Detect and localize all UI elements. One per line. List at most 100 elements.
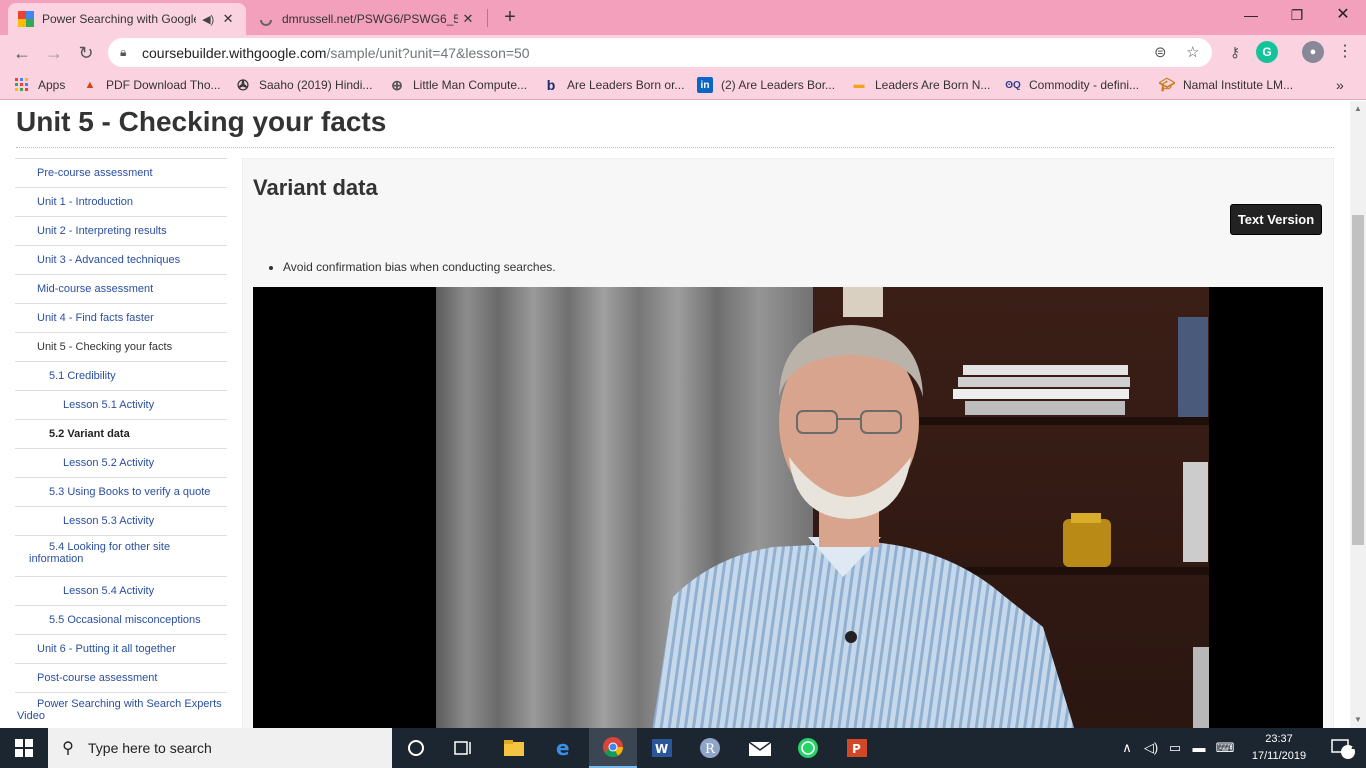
pdf-icon: ▲ [84, 79, 96, 91]
video-player[interactable] [253, 287, 1323, 728]
close-window-button[interactable]: ✕ [1320, 0, 1366, 30]
tab-power-searching[interactable]: Power Searching with Google ◀) ✕ [8, 3, 246, 35]
windows-logo-icon [15, 739, 33, 757]
bing-icon: b [546, 77, 556, 93]
nav-lesson-5-1[interactable]: 5.1 Credibility [15, 361, 227, 390]
close-tab-icon[interactable]: ✕ [220, 11, 236, 27]
bookmark-leaders-born[interactable]: ▬ Leaders Are Born N... [851, 76, 991, 94]
nav-activity-5-1[interactable]: Lesson 5.1 Activity [15, 390, 227, 419]
browser-toolbar: ← → ↻ 🔒︎ coursebuilder.withgoogle.com/sa… [0, 35, 1366, 70]
bookmark-apps[interactable]: Apps [14, 76, 65, 94]
restore-button[interactable]: ❐ [1274, 0, 1320, 30]
new-tab-button[interactable]: + [498, 5, 522, 29]
battery-icon[interactable]: ▬ [1188, 728, 1210, 768]
speaker-icon[interactable]: ◀) [202, 13, 214, 26]
bookmarks-overflow-button[interactable]: » [1336, 76, 1344, 94]
taskbar-clock[interactable]: 23:37 17/11/2019 [1240, 731, 1318, 765]
nav-activity-5-2[interactable]: Lesson 5.2 Activity [15, 448, 227, 477]
lesson-content: Variant data Text Version Avoid confirma… [242, 158, 1334, 728]
page-scrollbar[interactable]: ▲ ▼ [1350, 101, 1366, 728]
bookmark-label: Saaho (2019) Hindi... [259, 78, 373, 92]
bookmark-namal[interactable]: 🎓︎ Namal Institute LM... [1159, 76, 1293, 94]
network-icon[interactable]: ▭ [1164, 728, 1186, 768]
nav-unit-2[interactable]: Unit 2 - Interpreting results [15, 216, 227, 245]
grammarly-icon[interactable]: G [1256, 41, 1278, 63]
loading-spinner-icon [260, 19, 272, 26]
reload-button[interactable]: ↻ [72, 39, 100, 67]
nav-unit-1[interactable]: Unit 1 - Introduction [15, 187, 227, 216]
nav-activity-5-4[interactable]: Lesson 5.4 Activity [15, 576, 227, 605]
course-page: Unit 5 - Checking your facts Pre-course … [0, 101, 1350, 728]
svg-text:e: e [556, 737, 570, 759]
forward-button[interactable]: → [40, 39, 68, 67]
address-bar[interactable]: 🔒︎ coursebuilder.withgoogle.com/sample/u… [108, 38, 1212, 67]
minimize-button[interactable]: — [1228, 0, 1274, 30]
bookmark-pdf-download[interactable]: ▲ PDF Download Tho... [82, 76, 221, 94]
taskbar-search[interactable]: ⚲ Type here to search [48, 728, 392, 768]
nav-mid-course-assessment[interactable]: Mid-course assessment [15, 274, 227, 303]
keyboard-icon[interactable]: ⌨ [1212, 728, 1238, 768]
apps-grid-icon [15, 78, 28, 91]
nav-unit-4[interactable]: Unit 4 - Find facts faster [15, 303, 227, 332]
nav-activity-5-3[interactable]: Lesson 5.3 Activity [15, 506, 227, 535]
close-tab-icon[interactable]: ✕ [460, 11, 476, 27]
nav-lesson-5-2-current[interactable]: 5.2 Variant data [15, 419, 227, 448]
bookmark-label: Apps [38, 78, 66, 92]
bookmark-commodity[interactable]: ʘQ Commodity - defini... [1005, 76, 1139, 94]
tab-dmrussell[interactable]: dmrussell.net/PSWG6/PSWG6_5. ✕ [248, 3, 486, 35]
nav-unit-5-current[interactable]: Unit 5 - Checking your facts [15, 332, 227, 361]
nav-unit-3[interactable]: Unit 3 - Advanced techniques [15, 245, 227, 274]
action-center-button[interactable]: 2 [1320, 728, 1366, 768]
file-explorer-icon[interactable] [490, 728, 538, 768]
svg-text:W: W [655, 742, 668, 756]
profile-avatar-icon[interactable]: ● [1302, 41, 1324, 63]
word-icon[interactable]: W [638, 728, 686, 768]
nav-pre-course-assessment[interactable]: Pre-course assessment [15, 158, 227, 187]
bookmark-are-leaders-linkedin[interactable]: in (2) Are Leaders Bor... [697, 76, 835, 94]
powerpoint-icon[interactable]: P [833, 728, 881, 768]
bookmark-saaho[interactable]: ✇ Saaho (2019) Hindi... [235, 76, 372, 94]
page-title: Unit 5 - Checking your facts [16, 106, 387, 137]
whatsapp-icon[interactable] [784, 728, 832, 768]
bookmark-little-man[interactable]: ⊕ Little Man Compute... [389, 76, 527, 94]
video-frame [253, 287, 1323, 728]
mail-icon[interactable] [736, 728, 784, 768]
translate-icon[interactable]: ⊜ [1154, 38, 1167, 67]
extension-key-icon[interactable]: ⚷ [1224, 41, 1246, 63]
bookmark-star-icon[interactable]: ☆ [1186, 38, 1199, 67]
chrome-menu-icon[interactable]: ⋮ [1334, 41, 1356, 63]
scroll-up-arrow-icon[interactable]: ▲ [1350, 101, 1366, 117]
nav-unit-6[interactable]: Unit 6 - Putting it all together [15, 634, 227, 663]
search-placeholder: Type here to search [88, 740, 212, 756]
volume-icon[interactable]: ◁) [1140, 728, 1162, 768]
r-icon[interactable]: R [686, 728, 734, 768]
edge-icon[interactable]: e [540, 728, 588, 768]
svg-text:P: P [852, 742, 861, 756]
task-view-icon[interactable] [440, 728, 488, 768]
lock-icon[interactable]: 🔒︎ [120, 45, 134, 60]
film-reel-icon: ✇ [237, 76, 249, 93]
start-button[interactable] [0, 728, 48, 768]
nav-lesson-5-4[interactable]: 5.4 Looking for other site information [15, 535, 227, 576]
chrome-icon[interactable] [589, 728, 637, 768]
back-button[interactable]: ← [8, 39, 36, 67]
nav-lesson-5-5[interactable]: 5.5 Occasional misconceptions [15, 605, 227, 634]
nav-post-course-assessment[interactable]: Post-course assessment [15, 663, 227, 692]
scroll-down-arrow-icon[interactable]: ▼ [1350, 712, 1366, 728]
lesson-bullets: Avoid confirmation bias when conducting … [269, 260, 556, 274]
search-icon: ⚲ [62, 740, 74, 757]
bookmarks-bar: Apps ▲ PDF Download Tho... ✇ Saaho (2019… [0, 70, 1366, 100]
scrollbar-thumb[interactable] [1352, 215, 1364, 545]
lesson-title: Variant data [253, 175, 378, 200]
tab-title: Power Searching with Google [42, 12, 197, 26]
nav-lesson-5-3[interactable]: 5.3 Using Books to verify a quote [15, 477, 227, 506]
clock-time: 23:37 [1265, 733, 1293, 745]
bookmark-label: Namal Institute LM... [1183, 78, 1294, 92]
cortana-icon[interactable] [392, 728, 440, 768]
url-path: /sample/unit?unit=47&lesson=50 [326, 44, 530, 61]
tray-overflow-chevron-icon[interactable]: ∧ [1118, 728, 1136, 768]
nav-experts-video[interactable]: Power Searching with Search Experts Vide… [15, 692, 227, 728]
text-version-button[interactable]: Text Version [1230, 204, 1322, 235]
bookmark-label: Commodity - defini... [1029, 78, 1140, 92]
bookmark-are-leaders-bing[interactable]: b Are Leaders Born or... [543, 76, 685, 94]
